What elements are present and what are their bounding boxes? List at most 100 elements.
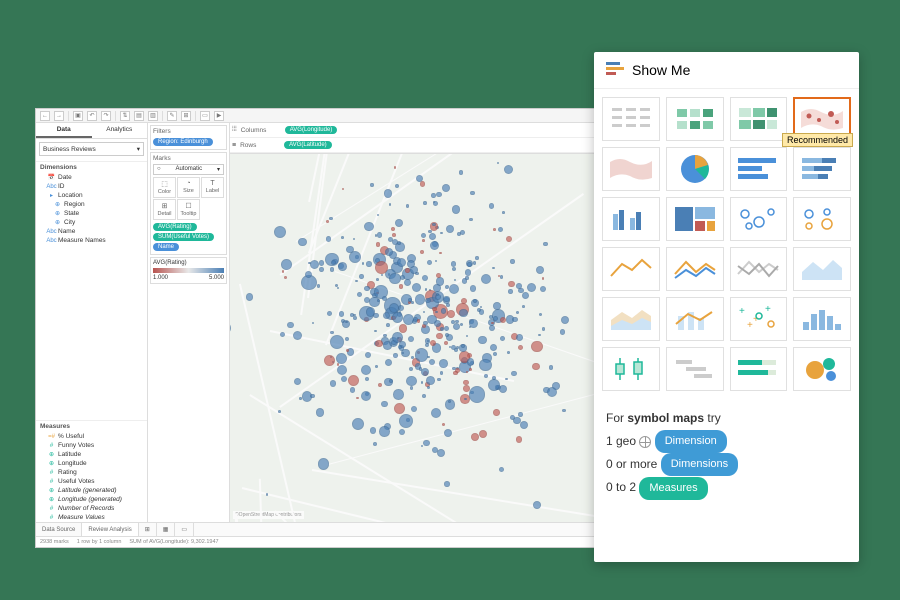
chip-measures: Measures <box>639 477 707 500</box>
viz-histogram[interactable] <box>793 297 851 341</box>
viz-treemap[interactable] <box>666 197 724 241</box>
viz-box-plot[interactable] <box>602 347 660 391</box>
viz-text-table[interactable] <box>602 97 660 141</box>
viz-filled-map[interactable] <box>602 147 660 191</box>
fit-icon[interactable]: ▭ <box>200 111 210 121</box>
viz-dual-line[interactable] <box>730 247 788 291</box>
field-measure-names[interactable]: AbcMeasure Names <box>36 236 147 245</box>
filter-pill[interactable]: Region: Edinburgh <box>153 138 213 146</box>
viz-line-discrete[interactable] <box>666 247 724 291</box>
globe-icon: ⊕ <box>48 460 55 467</box>
back-icon[interactable]: ← <box>40 111 50 121</box>
globe-icon: ⊕ <box>54 219 61 226</box>
sheet-tabs: Data Source Review Analysis ⊞ ▦ ▭ <box>36 522 604 536</box>
marks-type-selector[interactable]: ○Automatic▾ <box>153 164 224 175</box>
field-rating[interactable]: #Rating <box>36 468 147 477</box>
cards-pane: Filters Region: Edinburgh Marks ○Automat… <box>148 123 230 522</box>
viz-stacked-bar[interactable] <box>793 147 851 191</box>
size-icon: ◔ <box>178 180 199 187</box>
viz-scatter[interactable]: ++++ <box>730 297 788 341</box>
tab-datasource[interactable]: Data Source <box>36 523 82 536</box>
marks-size[interactable]: ◔Size <box>177 177 200 198</box>
tab-sheet[interactable]: Review Analysis <box>82 523 138 536</box>
view-pane: ⦙⦙⦙ Columns AVG(Longitude) ≡ Rows AVG(La… <box>230 123 604 522</box>
viz-side-circle[interactable] <box>793 197 851 241</box>
field-pct-useful[interactable]: =#% Useful <box>36 432 147 441</box>
field-region[interactable]: ⊕Region <box>36 200 147 209</box>
sort-desc-icon[interactable]: ▥ <box>148 111 158 121</box>
mark-pill[interactable]: Name <box>153 243 179 251</box>
redo-icon[interactable]: ↷ <box>101 111 111 121</box>
field-location[interactable]: ▸Location <box>36 191 147 200</box>
number-icon: # <box>48 514 55 521</box>
marks-tooltip[interactable]: ☐Tooltip <box>177 199 200 220</box>
viz-hbar[interactable] <box>730 147 788 191</box>
viz-highlight-table[interactable] <box>730 97 788 141</box>
datasource-selector[interactable]: Business Reviews ▾ <box>39 142 144 156</box>
columns-shelf[interactable]: ⦙⦙⦙ Columns AVG(Longitude) <box>230 123 604 138</box>
highlight-icon[interactable]: ✎ <box>167 111 177 121</box>
group-icon[interactable]: ⊞ <box>181 111 191 121</box>
presentation-icon[interactable]: ▶ <box>214 111 224 121</box>
tab-data[interactable]: Data <box>36 123 92 138</box>
viz-side-by-side-bar[interactable] <box>602 197 660 241</box>
number-icon: # <box>48 469 55 476</box>
field-records[interactable]: #Number of Records <box>36 504 147 513</box>
viz-line-continuous[interactable] <box>602 247 660 291</box>
undo-icon[interactable]: ↶ <box>87 111 97 121</box>
field-state[interactable]: ⊕State <box>36 209 147 218</box>
field-id[interactable]: AbcID <box>36 182 147 191</box>
new-story-icon[interactable]: ▭ <box>175 523 194 536</box>
sort-asc-icon[interactable]: ▤ <box>134 111 144 121</box>
viz-area-discrete[interactable] <box>602 297 660 341</box>
viz-symbol-map[interactable]: Recommended <box>793 97 851 141</box>
marks-label[interactable]: TLabel <box>201 177 224 198</box>
mark-pill[interactable]: SUM(Useful Votes) <box>153 233 214 241</box>
marks-color[interactable]: ⬚Color <box>153 177 176 198</box>
tableau-logo-icon <box>606 62 624 78</box>
svg-text:+: + <box>747 320 753 331</box>
marks-card: Marks ○Automatic▾ ⬚Color ◔Size TLabel ⊞D… <box>150 152 227 255</box>
viz-area-continuous[interactable] <box>793 247 851 291</box>
field-date[interactable]: 📅Date <box>36 173 147 182</box>
viz-circle-views[interactable] <box>730 197 788 241</box>
viz-packed-bubbles[interactable] <box>793 347 851 391</box>
map-view[interactable]: ©OpenStreetMap contributors <box>230 154 604 522</box>
field-funny[interactable]: #Funny Votes <box>36 441 147 450</box>
field-lon[interactable]: ⊕Longitude <box>36 459 147 468</box>
globe-icon: ⊕ <box>54 210 61 217</box>
save-icon[interactable]: ▣ <box>73 111 83 121</box>
forward-icon[interactable]: → <box>54 111 64 121</box>
field-name[interactable]: AbcName <box>36 227 147 236</box>
main-toolbar: ← → ▣ ↶ ↷ ⇅ ▤ ▥ ✎ ⊞ ▭ ▶ <box>36 109 604 123</box>
columns-pill[interactable]: AVG(Longitude) <box>285 126 338 134</box>
viz-heat-map[interactable] <box>666 97 724 141</box>
viz-bullet[interactable] <box>730 347 788 391</box>
number-icon: # <box>48 505 55 512</box>
globe-icon: ⊕ <box>48 451 55 458</box>
new-dashboard-icon[interactable]: ▦ <box>157 523 176 536</box>
field-lat[interactable]: ⊕Latitude <box>36 450 147 459</box>
swap-icon[interactable]: ⇅ <box>120 111 130 121</box>
field-city[interactable]: ⊕City <box>36 218 147 227</box>
mark-pill[interactable]: AVG(Rating) <box>153 223 197 231</box>
tab-analytics[interactable]: Analytics <box>92 123 148 138</box>
viz-gantt[interactable] <box>666 347 724 391</box>
field-useful[interactable]: #Useful Votes <box>36 477 147 486</box>
text-icon: Abc <box>48 237 55 244</box>
marks-detail[interactable]: ⊞Detail <box>153 199 176 220</box>
show-me-hint: For symbol maps try 1 geo Dimension 0 or… <box>594 399 859 512</box>
dimensions-header: Dimensions <box>36 161 147 173</box>
chart-type-grid: Recommended ++++ <box>594 89 859 399</box>
field-lat-gen[interactable]: ⊕Latitude (generated) <box>36 486 147 495</box>
filters-shelf[interactable]: Filters Region: Edinburgh <box>150 125 227 150</box>
viz-pie[interactable] <box>666 147 724 191</box>
field-lon-gen[interactable]: ⊕Longitude (generated) <box>36 495 147 504</box>
rows-pill[interactable]: AVG(Latitude) <box>284 141 332 149</box>
chip-dimension: Dimension <box>655 430 727 453</box>
number-icon: # <box>48 442 55 449</box>
field-measure-values[interactable]: #Measure Values <box>36 513 147 522</box>
rows-shelf[interactable]: ≡ Rows AVG(Latitude) <box>230 138 604 153</box>
new-sheet-icon[interactable]: ⊞ <box>139 523 157 536</box>
viz-dual-combination[interactable] <box>666 297 724 341</box>
